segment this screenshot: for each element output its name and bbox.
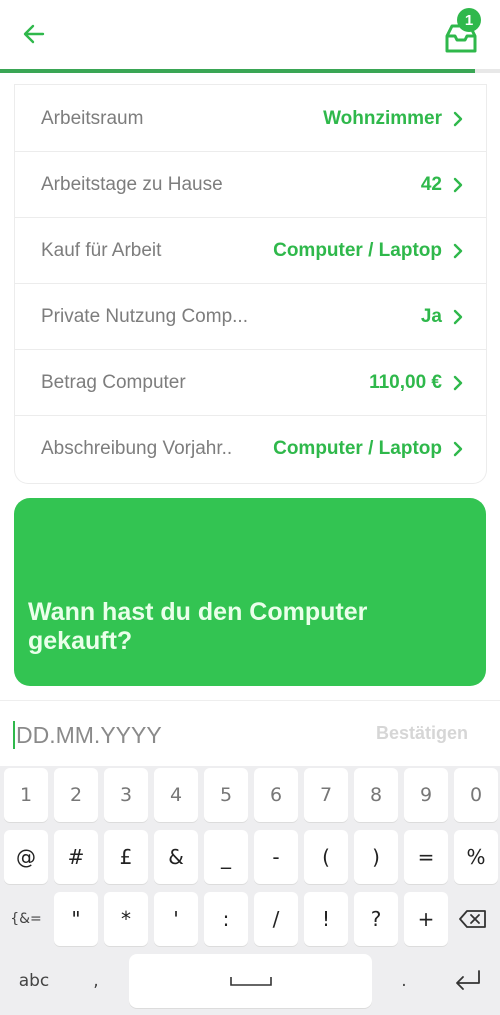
row-label: Arbeitsraum — [41, 107, 144, 129]
list-item-arbeitsraum[interactable]: Arbeitsraum Wohnzimmer — [15, 86, 486, 152]
row-value: Computer / Laptop — [273, 239, 442, 261]
key-period[interactable]: . — [380, 954, 428, 1008]
row-label: Arbeitstage zu Hause — [41, 173, 223, 195]
row-label: Private Nutzung Comp... — [41, 305, 248, 327]
answer-input-bar: Bestätigen — [0, 700, 500, 766]
key-symbol[interactable]: / — [254, 892, 298, 946]
key-symbol[interactable]: % — [454, 830, 498, 884]
key-symbol[interactable]: ? — [354, 892, 398, 946]
key-3[interactable]: 3 — [104, 768, 148, 822]
inbox-button[interactable]: 1 — [440, 8, 490, 54]
progress-bar-fill — [0, 69, 475, 73]
details-card: Arbeitsraum Wohnzimmer Arbeitstage zu Ha… — [14, 84, 487, 484]
on-screen-keyboard: {&= abc , . 1 2 3 4 5 6 7 8 9 0 @ # £ & _ -() =% " * ': /!? + — [0, 766, 500, 1015]
row-value: Ja — [420, 305, 442, 327]
row-label: Kauf für Arbeit — [41, 239, 162, 261]
key-0[interactable]: 0 — [454, 768, 498, 822]
key-symbol[interactable]: ' — [154, 892, 198, 946]
key-symbol[interactable]: * — [104, 892, 148, 946]
list-item-kauf-fuer-arbeit[interactable]: Kauf für Arbeit Computer / Laptop — [15, 218, 486, 284]
confirm-button[interactable]: Bestätigen — [376, 723, 468, 744]
key-7[interactable]: 7 — [304, 768, 348, 822]
list-item-betrag-computer[interactable]: Betrag Computer 110,00 € — [15, 350, 486, 416]
backspace-icon — [459, 910, 486, 928]
date-input[interactable] — [12, 715, 342, 755]
list-item-private-nutzung[interactable]: Private Nutzung Comp... Ja — [15, 284, 486, 350]
list-item-arbeitstage[interactable]: Arbeitstage zu Hause 42 — [15, 152, 486, 218]
key-symbol[interactable]: : — [204, 892, 248, 946]
key-symbol[interactable]: + — [404, 892, 448, 946]
key-8[interactable]: 8 — [354, 768, 398, 822]
space-key[interactable] — [129, 954, 372, 1008]
row-value: 110,00 € — [369, 371, 442, 393]
question-card: Wann hast du den Computer gekauft? — [14, 498, 486, 686]
key-symbol[interactable]: ( — [304, 830, 348, 884]
key-symbol[interactable]: @ — [4, 830, 48, 884]
chevron-right-icon — [453, 441, 463, 457]
key-symbol[interactable]: £ — [104, 830, 148, 884]
enter-icon — [456, 970, 480, 990]
row-value: Computer / Laptop — [273, 438, 442, 459]
key-2[interactable]: 2 — [54, 768, 98, 822]
key-symbol[interactable]: ) — [354, 830, 398, 884]
question-text: Wann hast du den Computer gekauft? — [28, 598, 368, 655]
row-value: 42 — [420, 173, 442, 195]
notification-badge: 1 — [457, 8, 481, 32]
key-5[interactable]: 5 — [204, 768, 248, 822]
key-9[interactable]: 9 — [404, 768, 448, 822]
backspace-key[interactable] — [450, 892, 496, 946]
key-symbol[interactable]: " — [54, 892, 98, 946]
key-6[interactable]: 6 — [254, 768, 298, 822]
key-comma[interactable]: , — [72, 954, 120, 1008]
enter-key[interactable] — [440, 954, 496, 1008]
space-icon — [229, 977, 272, 986]
key-symbol[interactable]: & — [154, 830, 198, 884]
divider — [15, 84, 486, 85]
chevron-right-icon — [453, 375, 463, 390]
row-value: Wohnzimmer — [323, 107, 442, 129]
top-bar: 1 — [0, 0, 500, 70]
key-symbol[interactable]: = — [404, 830, 448, 884]
arrow-left-icon — [23, 24, 45, 44]
progress-bar — [0, 69, 500, 73]
key-abc[interactable]: abc — [4, 954, 64, 1008]
key-symbols-toggle[interactable]: {&= — [4, 892, 48, 946]
row-label: Betrag Computer — [41, 371, 186, 393]
key-symbol[interactable]: _ — [204, 830, 248, 884]
key-symbol[interactable]: # — [54, 830, 98, 884]
chevron-right-icon — [453, 309, 463, 324]
chevron-right-icon — [453, 111, 463, 126]
row-label: Abschreibung Vorjahr.. — [41, 438, 233, 459]
key-symbol[interactable]: ! — [304, 892, 348, 946]
chevron-right-icon — [453, 243, 463, 258]
back-button[interactable] — [18, 18, 50, 50]
list-item-abschreibung[interactable]: Abschreibung Vorjahr.. Computer / Laptop — [15, 416, 486, 482]
key-symbol[interactable]: - — [254, 830, 298, 884]
key-1[interactable]: 1 — [4, 768, 48, 822]
key-4[interactable]: 4 — [154, 768, 198, 822]
chevron-right-icon — [453, 177, 463, 192]
